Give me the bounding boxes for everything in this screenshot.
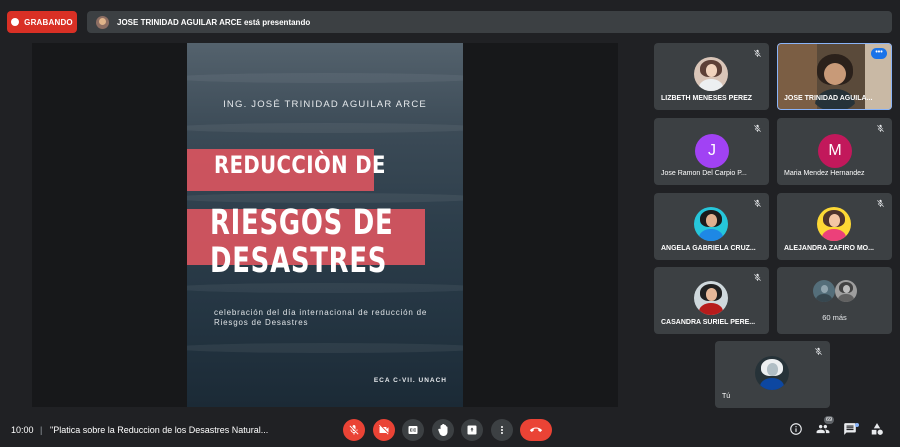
meeting-title[interactable]: "Platica sobre la Reduccion de los Desas… [50,425,268,435]
participant-tile-active-speaker[interactable]: ••• JOSE TRINIDAD AGUILA... [777,43,892,110]
slide-footer: ECA C-VII. UNACH [373,377,447,384]
participant-avatar [694,207,728,241]
activities-icon[interactable] [870,422,884,436]
captions-icon [408,426,418,434]
camera-toggle-button[interactable] [373,419,395,441]
more-vert-icon [501,426,503,434]
separator: | [40,425,43,435]
slide-title-line-1: REDUCCIÒN DE [214,151,386,179]
raise-hand-button[interactable] [432,419,454,441]
self-avatar [755,356,789,390]
mic-off-icon [754,273,761,281]
slide-wave [187,73,463,83]
participant-tile[interactable]: ANGELA GABRIELA CRUZ... [654,193,769,260]
participant-tile[interactable]: ALEJANDRA ZAFIRO MO... [777,193,892,260]
participant-name: Jose Ramon Del Carpio P... [661,170,747,177]
mic-off-icon [877,124,884,132]
captions-button[interactable] [402,419,424,441]
participant-avatar [694,281,728,315]
presenter-avatar [96,15,109,29]
people-icon[interactable] [816,422,830,436]
participant-tile[interactable]: J Jose Ramon Del Carpio P... [654,118,769,185]
camera-off-icon [379,425,389,435]
self-tile[interactable]: Tú [715,341,830,408]
participant-avatar [817,207,851,241]
participant-tile[interactable]: CASANDRA SURIEL PERE... [654,267,769,334]
recording-indicator[interactable]: GRABANDO [7,11,77,33]
presenter-banner-text: JOSE TRINIDAD AGUILAR ARCE está presenta… [117,17,311,27]
participant-name: Maria Mendez Hernandez [784,170,865,177]
participant-name: ANGELA GABRIELA CRUZ... [661,245,756,252]
self-name: Tú [722,393,731,400]
meeting-time: 10:00 [11,425,34,435]
participant-name: JOSE TRINIDAD AGUILA... [784,95,873,102]
participant-tile[interactable]: LIZBETH MENESES PEREZ [654,43,769,110]
people-count-badge: 69 [824,416,834,424]
mic-off-icon [754,199,761,207]
presentation-slide: ING. JOSÉ TRINIDAD AGUILAR ARCE REDUCCIÒ… [187,43,463,407]
top-bar: GRABANDO JOSE TRINIDAD AGUILAR ARCE está… [0,0,900,40]
record-dot-icon [11,18,20,26]
mic-off-icon [349,425,359,435]
slide-subtitle: celebración del día internacional de red… [214,308,428,327]
slide-wave [187,283,463,293]
raise-hand-icon [438,424,448,436]
participant-avatar [835,280,857,302]
present-button[interactable] [461,419,483,441]
slide-title-line-3: DESASTRES [210,241,388,281]
end-call-icon [530,427,542,432]
mic-off-icon [815,347,822,355]
participant-avatar [813,280,835,302]
mic-off-icon [754,49,761,57]
info-icon[interactable] [789,422,803,436]
present-screen-icon [467,425,477,435]
participant-avatar: J [695,134,729,168]
more-participants-tile[interactable]: 60 más [777,267,892,334]
more-options-button[interactable] [491,419,513,441]
chat-notification-dot [855,423,859,427]
mic-off-icon [754,124,761,132]
participant-name: LIZBETH MENESES PEREZ [661,95,753,102]
slide-wave [187,193,463,203]
more-horiz-icon[interactable]: ••• [871,48,887,59]
participant-name: CASANDRA SURIEL PERE... [661,319,756,326]
slide-author: ING. JOSÉ TRINIDAD AGUILAR ARCE [223,99,427,110]
participant-avatar [694,57,728,91]
participant-tile[interactable]: M Maria Mendez Hernandez [777,118,892,185]
end-call-button[interactable] [520,419,552,441]
more-participants-label: 60 más [822,313,847,322]
participant-avatar: M [818,134,852,168]
participant-name: ALEJANDRA ZAFIRO MO... [784,245,874,252]
presenter-banner[interactable]: JOSE TRINIDAD AGUILAR ARCE está presenta… [87,11,892,33]
slide-title-line-2: RIESGOS DE [210,203,394,243]
recording-label: GRABANDO [24,17,73,27]
slide-wave [187,123,463,133]
mic-off-icon [877,199,884,207]
slide-wave [187,343,463,353]
mic-toggle-button[interactable] [343,419,365,441]
bottom-bar: 10:00 | "Platica sobre la Reduccion de l… [0,414,900,447]
